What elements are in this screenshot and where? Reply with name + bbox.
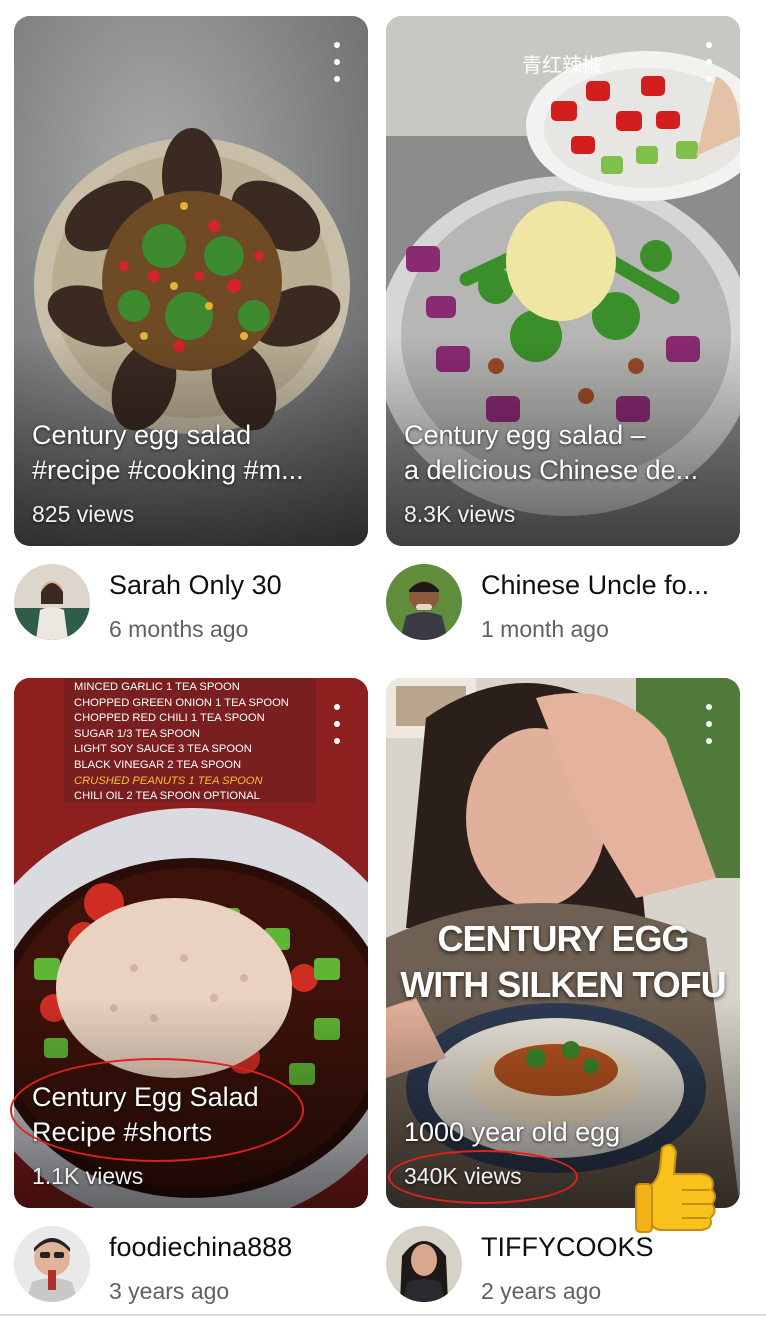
- video-thumbnail[interactable]: CENTURY EGG WITH SILKEN TOFU 1000 year o…: [386, 678, 740, 1208]
- channel-avatar[interactable]: [14, 1226, 90, 1302]
- video-thumbnail[interactable]: 青红辣椒 Century egg salad – a delicious Chi…: [386, 16, 740, 546]
- channel-name[interactable]: Chinese Uncle fo...: [481, 570, 731, 601]
- video-title[interactable]: Century egg salad – a delicious Chinese …: [404, 418, 726, 488]
- upload-age: 3 years ago: [109, 1278, 230, 1304]
- more-vert-icon[interactable]: [698, 42, 720, 82]
- video-title-line: Century egg salad –: [404, 420, 646, 450]
- ingredient-line: CHOPPED GREEN ONION 1 TEA SPOON: [74, 696, 289, 709]
- ingredient-line: LIGHT SOY SAUCE 3 TEA SPOON: [74, 743, 252, 756]
- overlay-heading-line: CENTURY EGG: [437, 918, 689, 959]
- ingredients-overlay: MINCED GARLIC 1 TEA SPOON CHOPPED GREEN …: [64, 678, 316, 803]
- channel-avatar[interactable]: [386, 564, 462, 640]
- video-title-line: Century egg salad: [32, 420, 252, 450]
- ingredient-line: CHILI OIL 2 TEA SPOON OPTIONAL: [74, 790, 260, 803]
- ingredient-line: CRUSHED PEANUTS 1 TEA SPOON: [74, 774, 263, 787]
- upload-age: 6 months ago: [109, 616, 249, 642]
- video-title[interactable]: Century egg salad #recipe #cooking #m...: [32, 418, 354, 488]
- view-count: 825 views: [32, 501, 135, 527]
- video-card[interactable]: 青红辣椒 Century egg salad – a delicious Chi…: [386, 16, 740, 656]
- video-thumbnail[interactable]: Century egg salad #recipe #cooking #m...…: [14, 16, 368, 546]
- channel-avatar[interactable]: [14, 564, 90, 640]
- ingredient-line: CHOPPED RED CHILI 1 TEA SPOON: [74, 712, 265, 725]
- overlay-caption: 青红辣椒: [522, 53, 602, 77]
- annotation-ellipse: [388, 1150, 578, 1204]
- more-vert-icon[interactable]: [326, 42, 348, 82]
- video-title-line: a delicious Chinese de...: [404, 455, 699, 485]
- video-meta: Sarah Only 30 6 months ago: [14, 546, 368, 656]
- video-meta: Chinese Uncle fo... 1 month ago: [386, 546, 740, 656]
- upload-age: 1 month ago: [481, 616, 609, 642]
- upload-age: 2 years ago: [481, 1278, 602, 1304]
- annotation-ellipse: [10, 1058, 304, 1162]
- more-vert-icon[interactable]: [326, 704, 348, 744]
- view-count: 1.1K views: [32, 1163, 144, 1189]
- video-card[interactable]: MINCED GARLIC 1 TEA SPOON CHOPPED GREEN …: [14, 678, 368, 1318]
- more-vert-icon[interactable]: [698, 704, 720, 744]
- video-meta: foodiechina888 3 years ago: [14, 1208, 368, 1318]
- overlay-heading: CENTURY EGG WITH SILKEN TOFU: [386, 916, 740, 1008]
- ingredient-line: MINCED GARLIC 1 TEA SPOON: [74, 681, 240, 693]
- divider: [0, 1314, 766, 1316]
- view-count: 8.3K views: [404, 501, 516, 527]
- channel-name[interactable]: foodiechina888: [109, 1232, 359, 1263]
- ingredient-line: SUGAR 1/3 TEA SPOON: [74, 727, 201, 740]
- channel-name[interactable]: TIFFYCOOKS: [481, 1232, 731, 1263]
- channel-name[interactable]: Sarah Only 30: [109, 570, 359, 601]
- video-title-line: #recipe #cooking #m...: [32, 455, 304, 485]
- ingredient-line: BLACK VINEGAR 2 TEA SPOON: [74, 758, 242, 771]
- thumbs-up-icon: [635, 1143, 716, 1233]
- video-card[interactable]: Century egg salad #recipe #cooking #m...…: [14, 16, 368, 656]
- channel-avatar[interactable]: [386, 1226, 462, 1302]
